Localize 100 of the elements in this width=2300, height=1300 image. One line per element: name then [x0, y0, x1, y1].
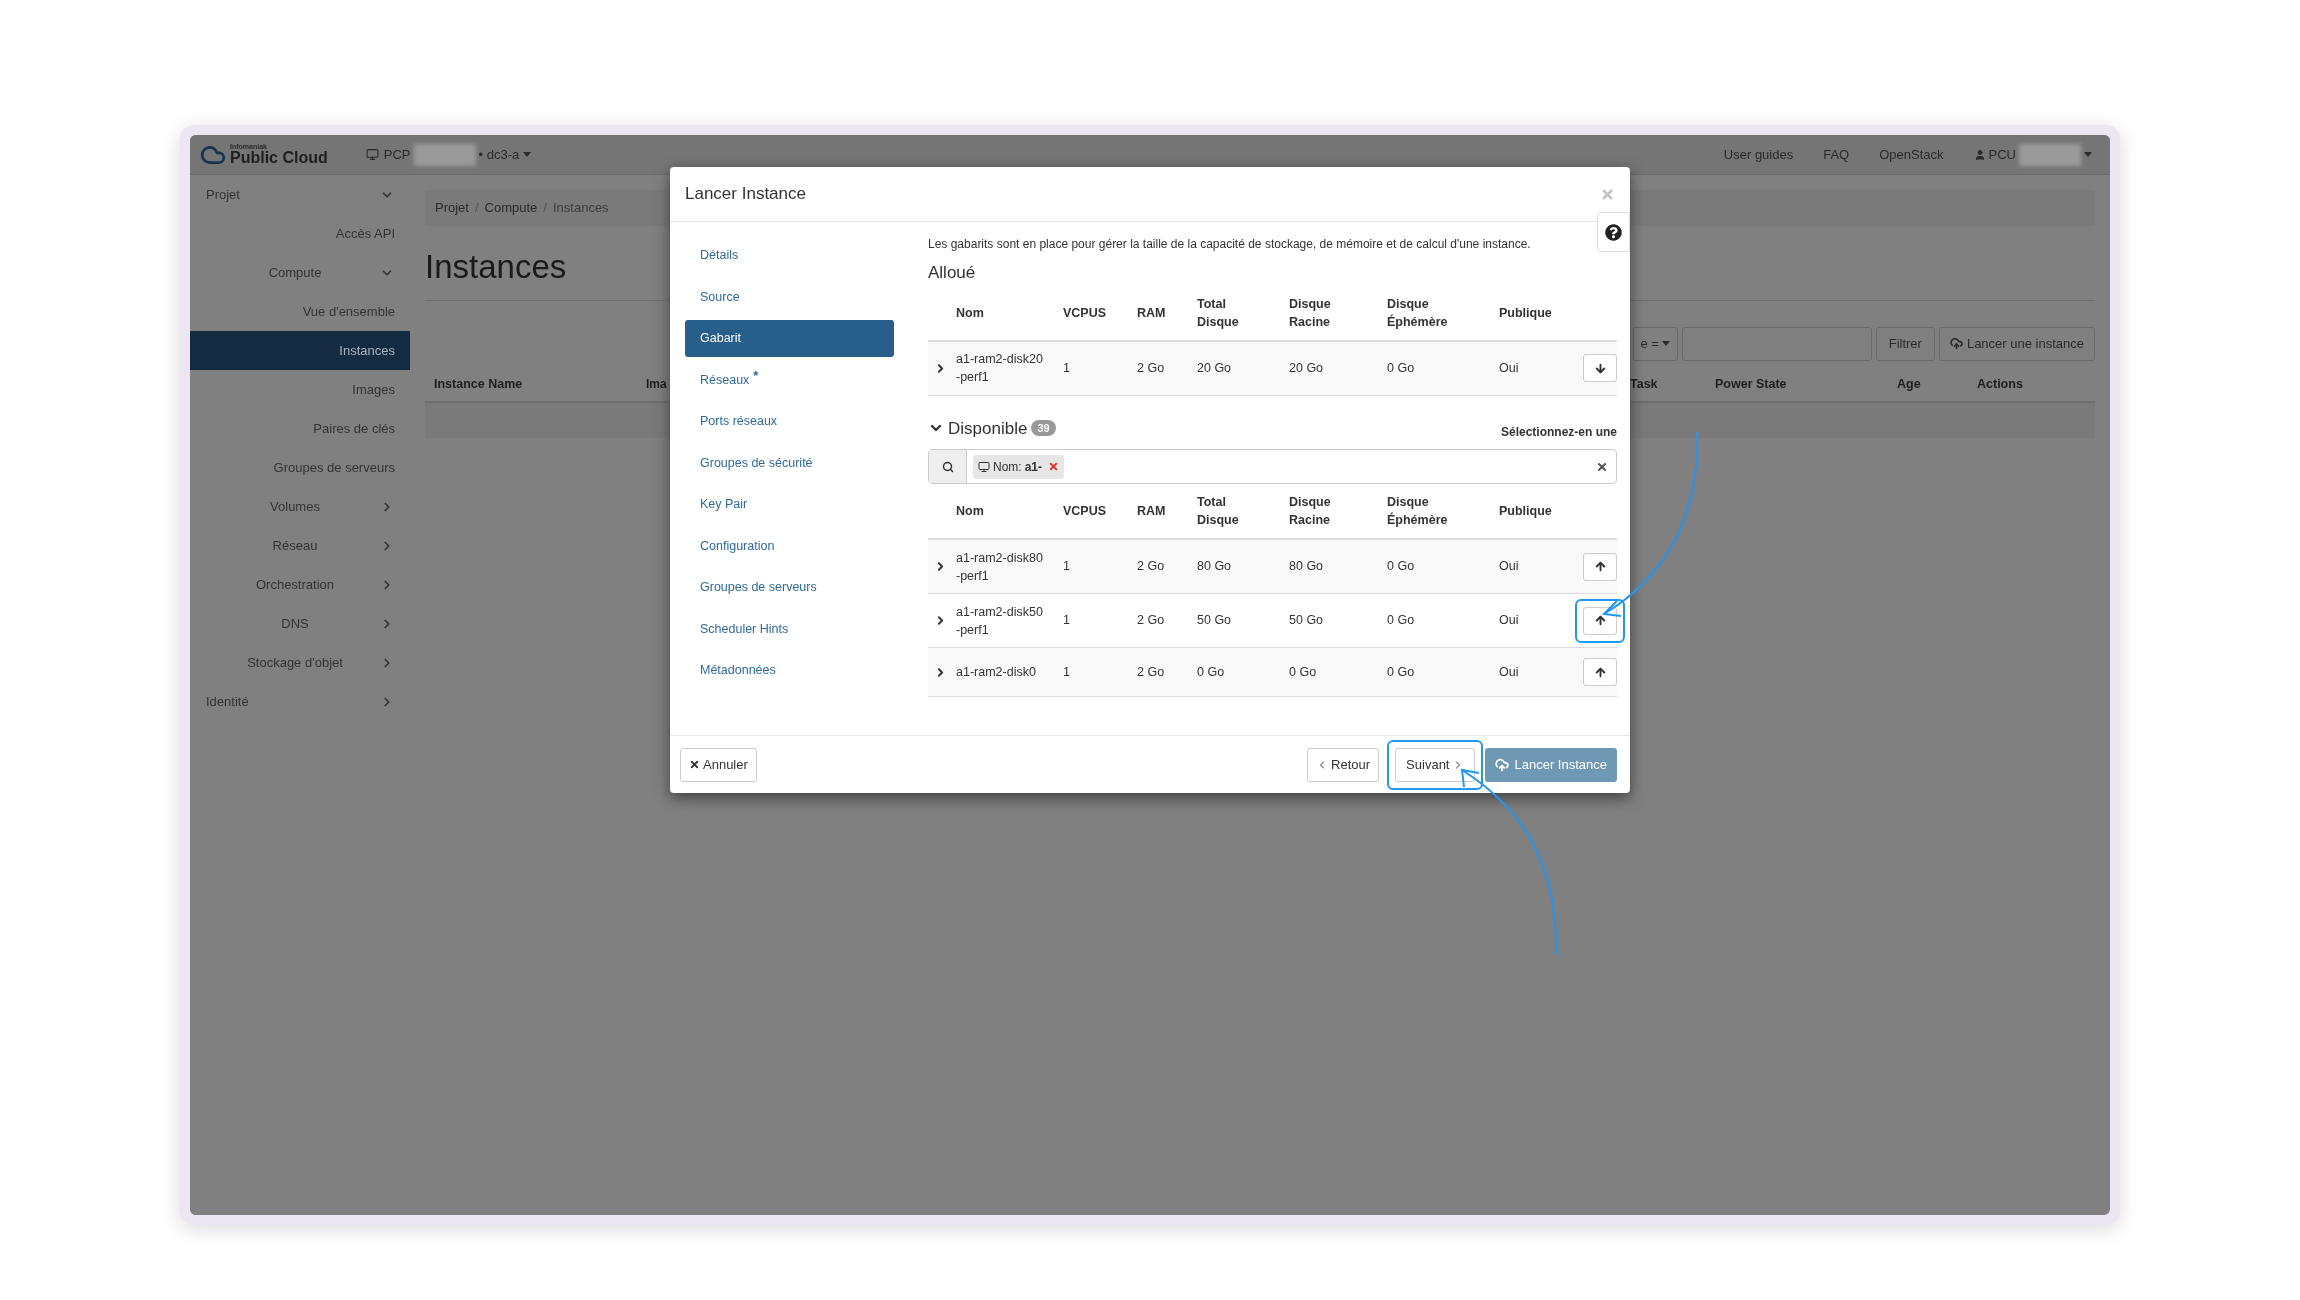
add-flavor-button[interactable]: [1583, 552, 1617, 581]
user-icon: [1973, 148, 1986, 161]
region-selector[interactable]: • dc3-a: [478, 144, 532, 165]
cancel-button[interactable]: Annuler: [680, 747, 757, 782]
table-cell: 50 Go: [1197, 613, 1232, 628]
table-cell-text: a1-ram2-disk20-perf1: [956, 351, 1044, 386]
table-cell: 50 Go: [1289, 613, 1324, 628]
wizard-step[interactable]: Détails: [685, 237, 894, 274]
wizard-step[interactable]: Source: [685, 278, 894, 316]
sidebar-group[interactable]: Stockage d'objet: [190, 652, 380, 673]
arrow-up-icon: [1593, 665, 1607, 679]
column-header: Nom: [956, 503, 984, 520]
arrow-down-icon: [1593, 361, 1607, 375]
sidebar-group[interactable]: Volumes: [190, 496, 380, 517]
section-title: Alloué: [928, 262, 977, 284]
remove-icon[interactable]: [1048, 461, 1059, 472]
column-header: VCPUS: [1063, 304, 1107, 322]
caret-icon: [1661, 341, 1670, 346]
back-button[interactable]: Retour: [1307, 747, 1380, 782]
table-cell: 0 Go: [1289, 664, 1317, 679]
wizard-step[interactable]: Gabarit: [685, 320, 894, 357]
column-header: Disque Racine: [1289, 494, 1331, 529]
wizard-step[interactable]: Groupes de serveurs: [685, 569, 894, 606]
arrow-up-icon: [1593, 560, 1607, 573]
column-header: VCPUS: [1063, 503, 1107, 520]
dialog-title: Lancer Instance: [685, 183, 806, 206]
top-link[interactable]: FAQ: [1823, 144, 1850, 165]
filter-button[interactable]: Filtrer: [1875, 326, 1935, 361]
wizard-step[interactable]: Configuration: [685, 527, 894, 565]
required-mark: *: [753, 367, 759, 386]
table-cell: Oui: [1499, 360, 1519, 375]
column-header: Disque Racine: [1289, 295, 1331, 331]
wizard-step[interactable]: Key Pair: [685, 486, 894, 523]
table-cell: 1: [1063, 360, 1070, 375]
arrow-up-icon: [1593, 614, 1607, 627]
table-cell: Oui: [1499, 613, 1519, 628]
column-header: RAM: [1137, 304, 1166, 322]
column-header: Ima: [646, 377, 667, 392]
help-button[interactable]: [1597, 212, 1630, 252]
next-button[interactable]: Suivant: [1395, 747, 1476, 782]
column-header: Disque Éphémère: [1387, 494, 1448, 529]
column-header: Publique: [1499, 304, 1552, 322]
table-cell: 2 Go: [1137, 559, 1165, 574]
wizard-step[interactable]: Groupes de sécurité: [685, 444, 894, 482]
add-flavor-button[interactable]: [1583, 606, 1617, 635]
column-header: Instance Name: [433, 376, 524, 394]
column-header: Age: [1897, 376, 1922, 394]
top-link[interactable]: OpenStack: [1879, 144, 1944, 165]
sidebar-group[interactable]: Réseau: [190, 535, 380, 556]
sidebar-section[interactable]: Identité: [206, 691, 249, 712]
table-cell: 0 Go: [1387, 613, 1415, 628]
sidebar-item[interactable]: Accès API: [190, 214, 410, 253]
table-cell: 1: [1063, 559, 1070, 574]
column-header: Disque Éphémère: [1387, 295, 1448, 331]
breadcrumb-link[interactable]: Compute: [484, 198, 538, 218]
launch-button: Lancer Instance: [1485, 747, 1617, 782]
redacted-blur: [2019, 143, 2081, 166]
table-cell-text: a1-ram2-disk80-perf1: [956, 549, 1044, 585]
top-link[interactable]: User guides: [1723, 144, 1794, 165]
user-name[interactable]: PCU: [1988, 144, 2016, 165]
search-field[interactable]: Nom: a1-: [928, 449, 1617, 484]
sidebar-item[interactable]: Vue d'ensemble: [190, 292, 410, 331]
sidebar-item[interactable]: Images: [190, 370, 410, 409]
add-flavor-button[interactable]: [1583, 658, 1617, 686]
breadcrumb-separator: /: [543, 199, 547, 218]
filter-chip[interactable]: Nom: a1-: [973, 454, 1064, 479]
wizard-step[interactable]: Ports réseaux: [685, 403, 894, 440]
wizard-step[interactable]: Métadonnées: [685, 652, 894, 689]
wizard-step[interactable]: Réseaux *: [685, 361, 894, 399]
table-cell: 1: [1063, 613, 1070, 628]
clear-icon[interactable]: [1596, 460, 1608, 473]
selection-hint: Sélectionnez-en une: [1500, 424, 1617, 441]
breadcrumb-link[interactable]: Projet: [435, 198, 469, 218]
column-header: Nom: [956, 304, 984, 322]
sidebar-group[interactable]: DNS: [190, 613, 380, 634]
description-text: Les gabarits sont en place pour gérer la taille de la capacité de stockage, de mémoire et de calcul d'une instance.: [928, 236, 1532, 252]
sidebar-item[interactable]: Paires de clés: [190, 409, 410, 448]
page-title: Instances: [425, 248, 567, 285]
table-cell: Oui: [1499, 664, 1519, 679]
remove-flavor-button[interactable]: [1583, 354, 1617, 382]
table-cell: 0 Go: [1387, 559, 1415, 574]
launch-instance-button[interactable]: Lancer une instance: [1938, 326, 2095, 361]
sidebar-item[interactable]: Instances: [190, 331, 410, 370]
filter-dropdown[interactable]: e =: [1632, 326, 1678, 361]
table-cell: 80 Go: [1197, 559, 1232, 574]
table-cell: 1: [1063, 664, 1070, 679]
sidebar-group[interactable]: Compute: [190, 262, 380, 283]
help-icon: [1605, 223, 1622, 241]
sidebar-group[interactable]: Orchestration: [190, 574, 380, 595]
cloud-upload-icon: [1949, 337, 1963, 350]
table-cell: 0 Go: [1387, 664, 1415, 679]
table-cell-text: a1-ram2-disk0: [956, 664, 1037, 681]
project-name[interactable]: PCP: [383, 144, 411, 165]
sidebar-section[interactable]: Projet: [206, 184, 240, 205]
column-header: Actions: [1977, 376, 2023, 394]
section-title: Disponible: [948, 417, 1028, 440]
cloud-upload-icon: [1495, 757, 1510, 772]
sidebar-item[interactable]: Groupes de serveurs: [190, 448, 410, 487]
wizard-step[interactable]: Scheduler Hints: [685, 610, 894, 648]
brand-name: Public Cloud: [230, 150, 328, 166]
